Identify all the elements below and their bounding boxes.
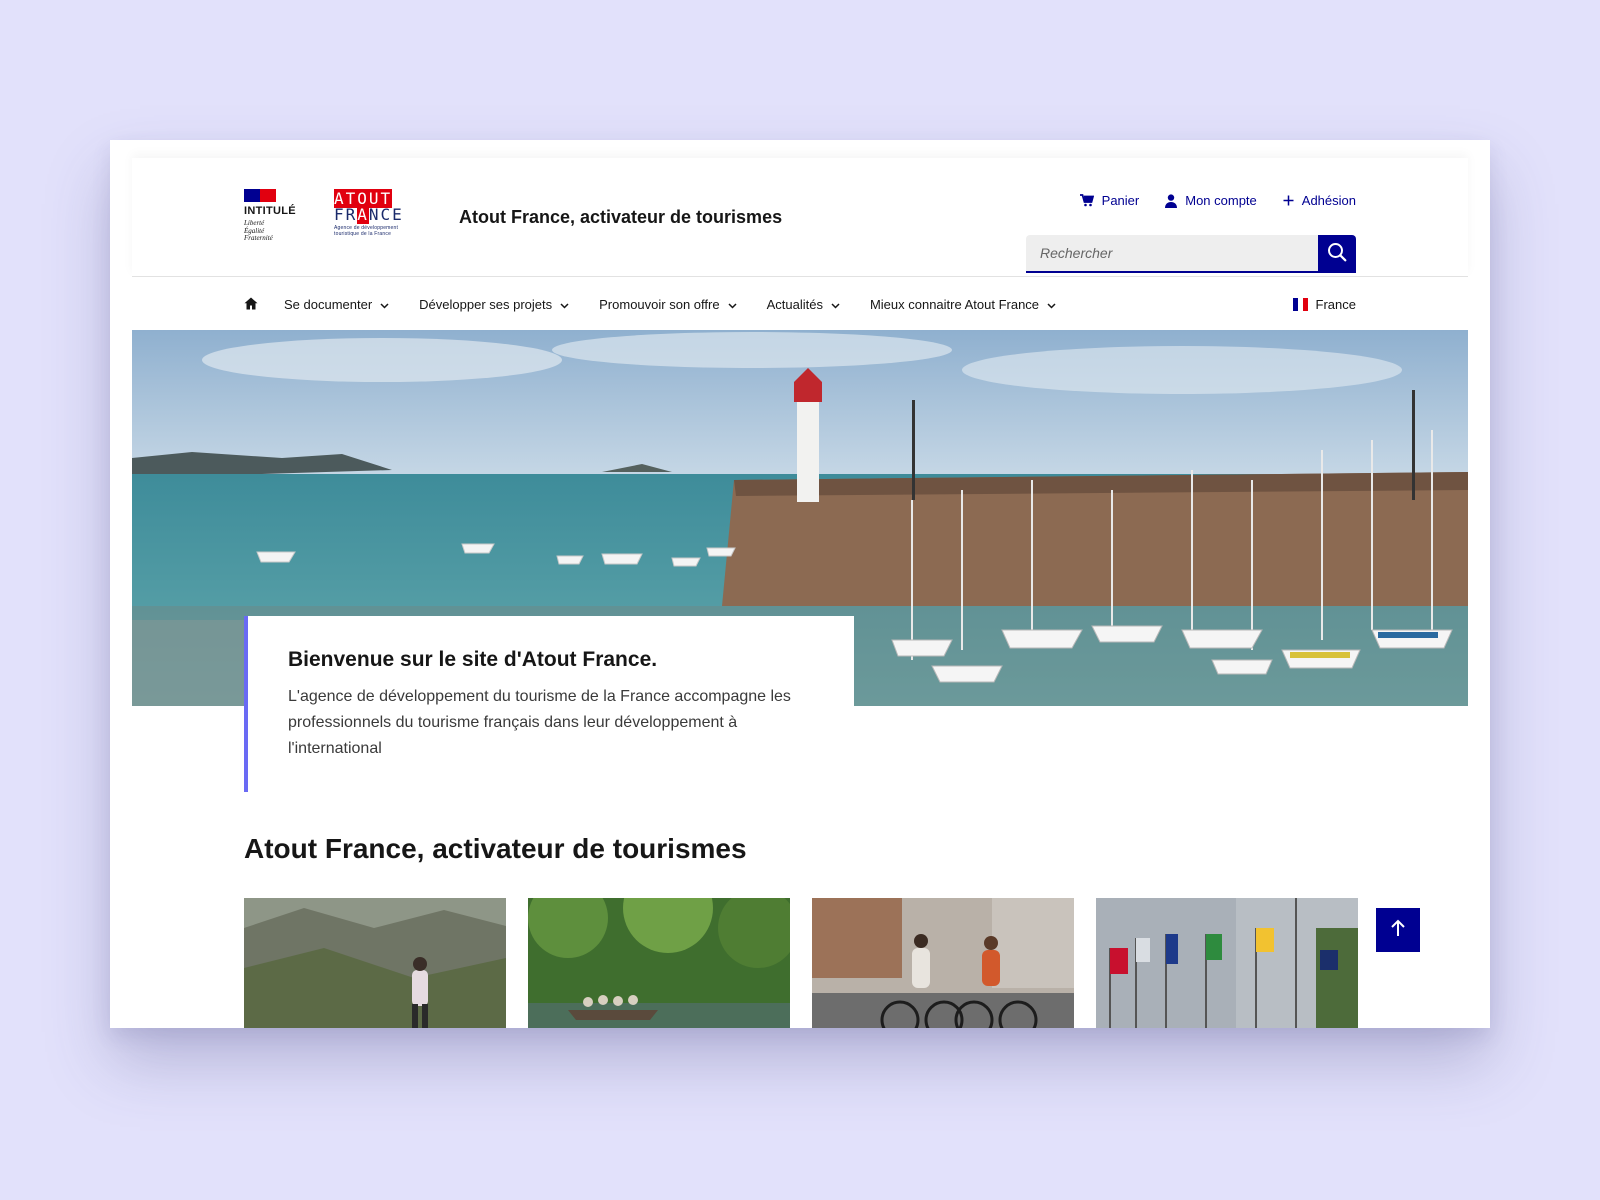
search-bar: [1026, 235, 1356, 273]
nav-item-se-documenter[interactable]: Se documenter: [284, 297, 389, 312]
membership-link[interactable]: Adhésion: [1283, 193, 1356, 208]
card-river-boat[interactable]: [528, 898, 790, 1028]
user-icon: [1165, 193, 1178, 208]
search-icon: [1327, 242, 1347, 267]
search-button[interactable]: [1318, 235, 1356, 273]
main-navigation: Se documenter Développer ses projets Pro…: [132, 276, 1468, 330]
logo-tagline: Agence de développement touristique de l…: [334, 225, 399, 237]
section-title: Atout France, activateur de tourismes: [244, 833, 747, 864]
browser-frame: INTITULÉ Liberté Égalité Fraternité ATOU…: [110, 140, 1490, 1028]
marianne-flag-icon: [244, 189, 276, 202]
card-mountain-hiker[interactable]: [244, 898, 506, 1028]
chevron-down-icon: [1047, 297, 1056, 312]
nav-items: Se documenter Développer ses projets Pro…: [284, 277, 1056, 331]
marianne-name: INTITULÉ: [244, 205, 296, 217]
river-boat-image: [528, 898, 790, 1028]
marianne-logo[interactable]: INTITULÉ Liberté Égalité Fraternité: [244, 189, 304, 243]
logo-line-2: FRANCE: [334, 205, 404, 224]
search-input[interactable]: [1026, 235, 1318, 273]
chevron-down-icon: [560, 297, 569, 312]
mountain-hiker-image: [244, 898, 506, 1028]
welcome-text: L'agence de développement du tourisme de…: [288, 688, 791, 757]
page: INTITULÉ Liberté Égalité Fraternité ATOU…: [132, 158, 1468, 1028]
welcome-heading: Bienvenue sur le site d'Atout France.: [288, 648, 658, 671]
home-link[interactable]: [244, 297, 258, 315]
flags-building-image: [1096, 898, 1358, 1028]
nav-item-developper-ses-projets[interactable]: Développer ses projets: [419, 297, 569, 312]
card-grid: [244, 898, 1358, 1028]
plus-icon: [1283, 195, 1294, 206]
cart-link[interactable]: Panier: [1079, 193, 1139, 208]
nav-item-promouvoir-son-offre[interactable]: Promouvoir son offre: [599, 297, 737, 312]
chevron-down-icon: [380, 297, 389, 312]
city-cyclists-image: [812, 898, 1074, 1028]
account-link[interactable]: Mon compte: [1165, 193, 1257, 208]
welcome-card: Bienvenue sur le site d'Atout France. L'…: [244, 616, 854, 792]
cart-icon: [1079, 194, 1094, 207]
card-city-cyclists[interactable]: [812, 898, 1074, 1028]
site-title[interactable]: Atout France, activateur de tourismes: [459, 207, 782, 228]
nav-item-mieux-connaitre[interactable]: Mieux connaitre Atout France: [870, 297, 1056, 312]
nav-item-actualites[interactable]: Actualités: [767, 297, 840, 312]
header: INTITULÉ Liberté Égalité Fraternité ATOU…: [132, 158, 1468, 276]
marianne-motto: Liberté Égalité Fraternité: [244, 219, 273, 242]
home-icon: [244, 297, 258, 314]
atout-france-logo[interactable]: ATOUT FRANCE Agence de développement tou…: [334, 189, 426, 237]
card-flags-building[interactable]: [1096, 898, 1358, 1028]
back-to-top-button[interactable]: [1376, 908, 1420, 952]
language-selector[interactable]: France: [1292, 277, 1356, 331]
france-flag-icon: [1292, 297, 1308, 311]
chevron-down-icon: [728, 297, 737, 312]
arrow-up-icon: [1390, 919, 1406, 942]
chevron-down-icon: [831, 297, 840, 312]
quick-access-links: Panier Mon compte Adhésion: [1079, 193, 1356, 208]
